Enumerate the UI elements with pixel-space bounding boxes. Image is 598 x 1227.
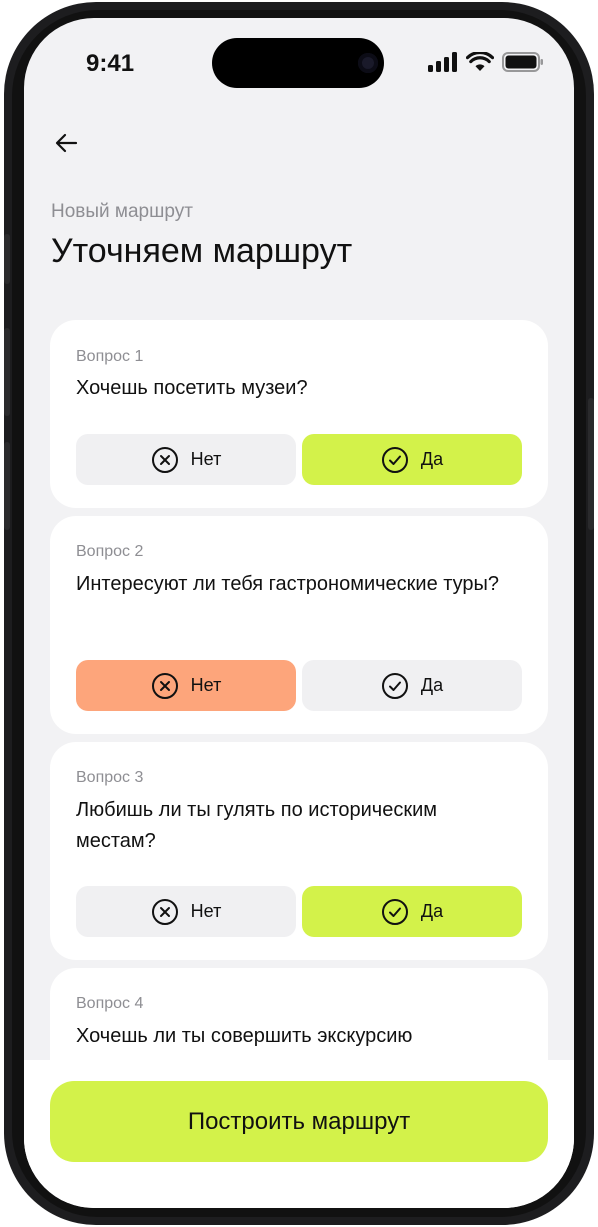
answer-yes-button[interactable]: Да [302,660,522,711]
camera-icon [358,53,378,73]
cellular-signal-icon [428,52,457,72]
answer-no-button[interactable]: Нет [76,660,296,711]
question-text: Интересуют ли тебя гастрономические туры… [76,573,500,595]
answer-yes-button[interactable]: Да [302,434,522,485]
answer-no-label: Нет [190,901,222,921]
check-circle-icon [381,446,408,473]
answer-yes-label: Да [420,449,444,469]
dynamic-island [212,38,384,88]
battery-icon [502,52,543,72]
question-card: Вопрос 3 Любишь ли ты гулять по историче… [50,742,548,960]
question-label: Вопрос 2 [76,543,144,560]
check-circle-icon [381,898,408,925]
answer-yes-label: Да [420,675,444,695]
answer-no-button[interactable]: Нет [76,886,296,937]
page-title: Уточняем маршрут [51,232,353,270]
question-label: Вопрос 3 [76,769,144,786]
question-label: Вопрос 4 [76,995,144,1012]
wifi-icon [466,52,494,71]
answer-no-button[interactable]: Нет [76,434,296,485]
page-subtitle: Новый маршрут [51,201,193,222]
question-label: Вопрос 1 [76,348,144,365]
action-button [4,234,10,284]
volume-up-button [4,328,10,416]
question-card: Вопрос 1 Хочешь посетить музеи? Нет Да [50,320,548,508]
check-circle-icon [381,672,408,699]
bottom-bar: Построить маршрут [24,1060,574,1208]
volume-down-button [4,442,10,530]
question-card: Вопрос 2 Интересуют ли тебя гастрономиче… [50,516,548,734]
question-text: Хочешь ли ты совершить экскурсию [76,1025,413,1047]
question-text: Любишь ли ты гулять по историческим мест… [76,799,438,852]
answer-yes-label: Да [420,901,444,921]
answer-yes-button[interactable]: Да [302,886,522,937]
power-button [588,398,594,530]
build-route-button[interactable]: Построить маршрут [50,1081,548,1162]
status-time: 9:41 [86,50,135,77]
x-circle-icon [151,446,178,473]
x-circle-icon [151,898,178,925]
question-text: Хочешь посетить музеи? [76,377,308,399]
app-screen: 9:41 Новый маршрут Уточняем маршрут Вопр… [24,18,574,1208]
x-circle-icon [151,672,178,699]
answer-no-label: Нет [190,449,222,469]
answer-no-label: Нет [190,675,222,695]
arrow-left-icon[interactable] [52,128,82,158]
status-icons [428,52,544,72]
